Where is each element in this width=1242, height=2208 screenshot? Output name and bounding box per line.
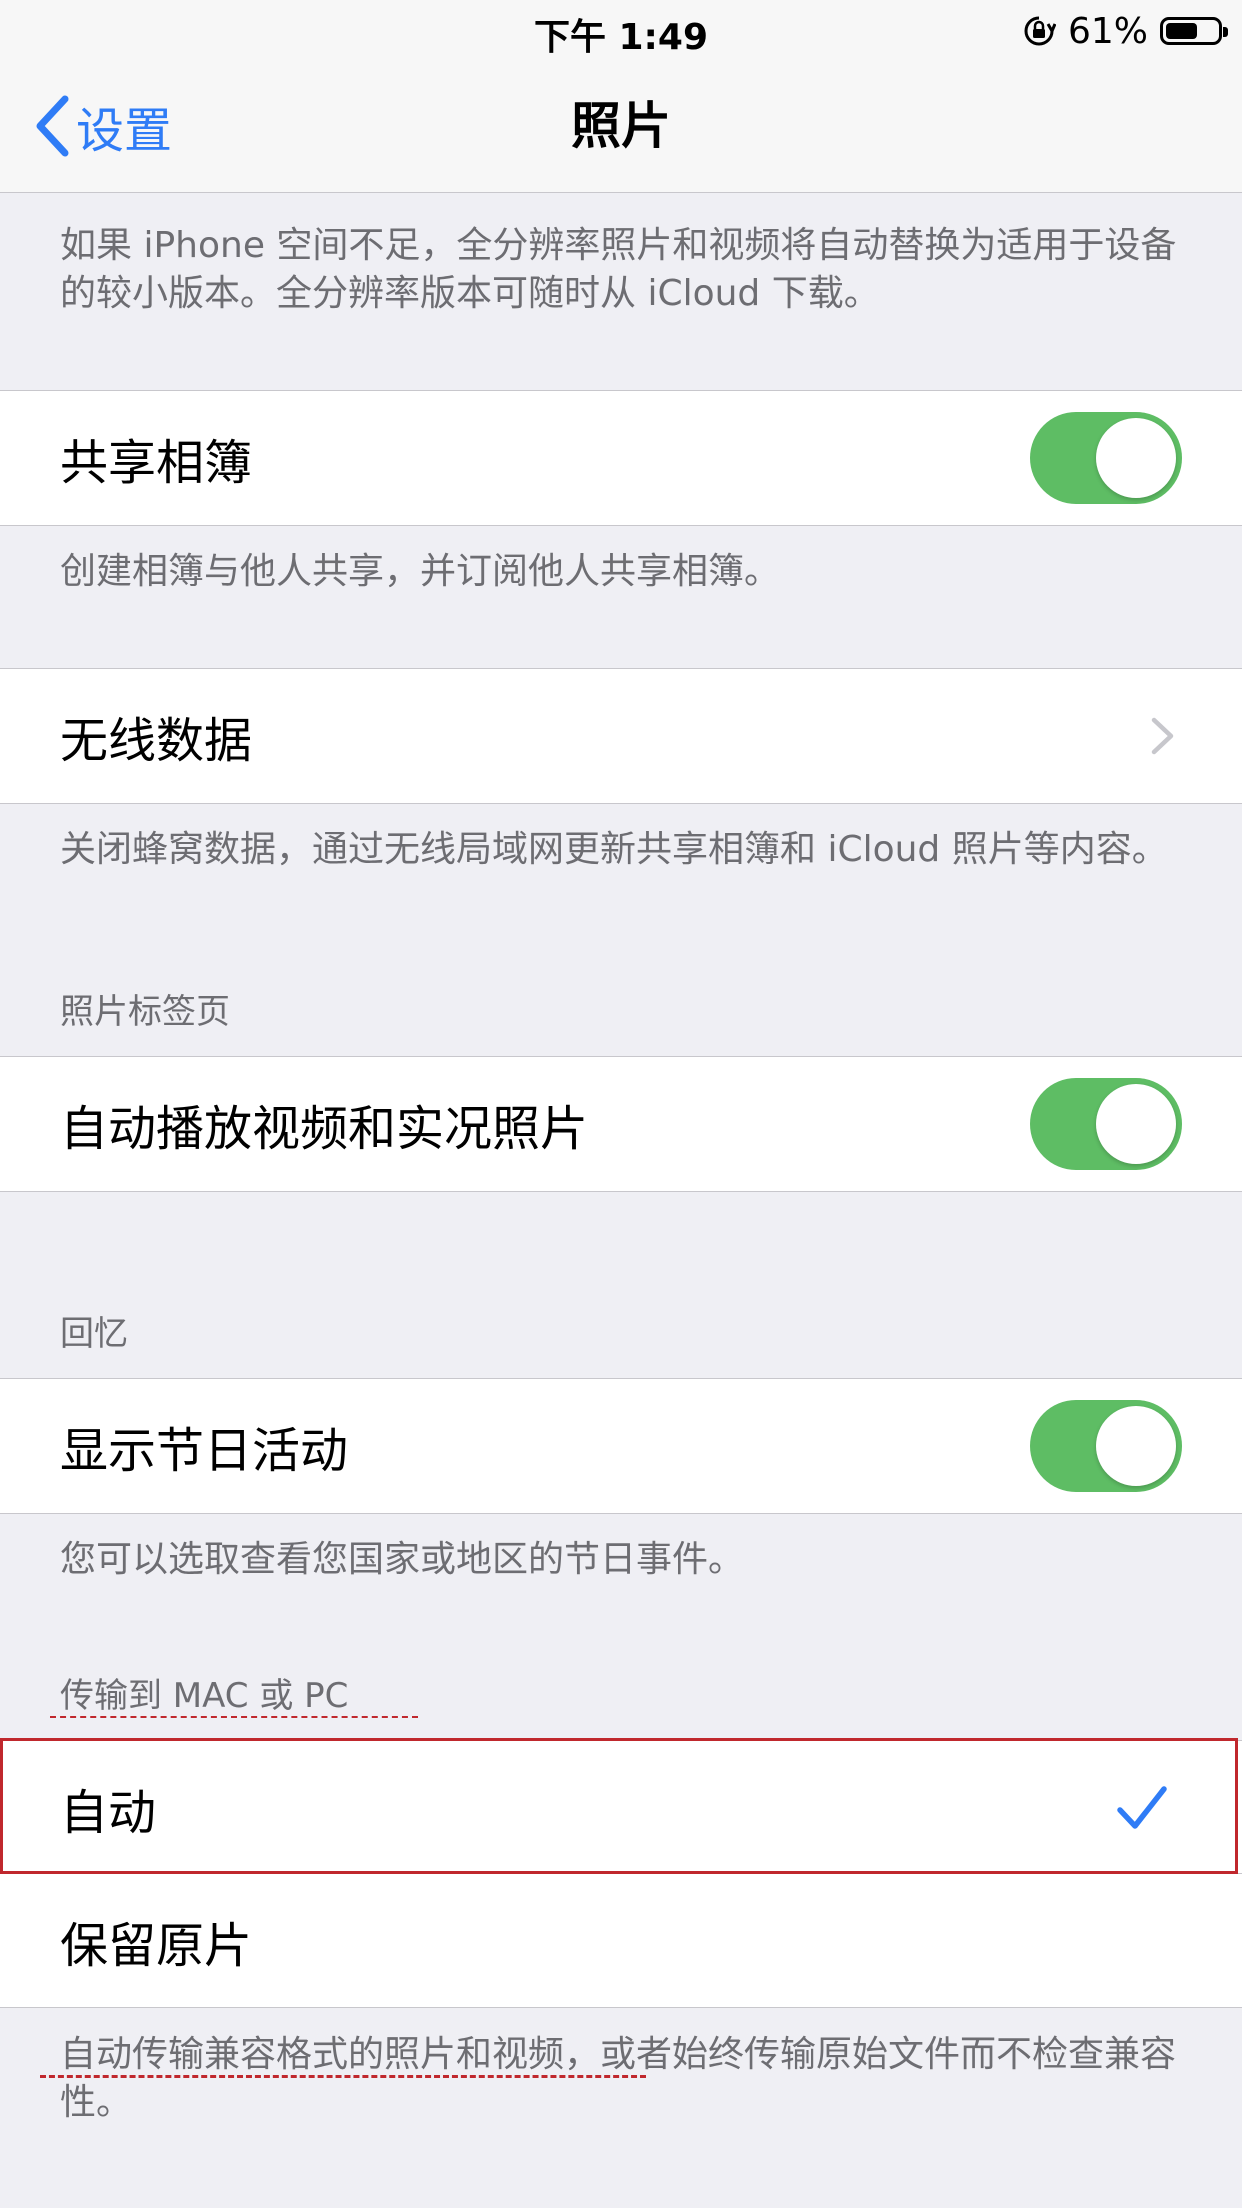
memories-header: 回忆: [60, 1314, 128, 1354]
orientation-lock-icon: [1024, 16, 1056, 46]
page-title: 照片: [571, 97, 671, 155]
holiday-events-footer: 您可以选取查看您国家或地区的节日事件。: [60, 1539, 745, 1580]
shared-albums-label: 共享相簿: [60, 435, 253, 491]
shared-albums-toggle[interactable]: [1030, 412, 1182, 504]
autoplay-label: 自动播放视频和实况照片: [60, 1101, 589, 1157]
chevron-right-icon: [1151, 717, 1174, 755]
toggle-knob: [1096, 1084, 1176, 1164]
autoplay-toggle[interactable]: [1030, 1078, 1182, 1170]
battery-percent: 61%: [1067, 10, 1148, 52]
annotation-underline: [50, 1716, 418, 1718]
annotation-highlight-box: [0, 1738, 1238, 1874]
holiday-events-toggle[interactable]: [1030, 1400, 1182, 1492]
transfer-option-keep-originals[interactable]: 保留原片: [0, 1874, 1242, 2008]
photos-tab-header: 照片标签页: [60, 992, 230, 1032]
wireless-data-row[interactable]: 无线数据: [0, 668, 1242, 804]
transfer-option-label: 保留原片: [60, 1917, 253, 1974]
shared-albums-footer: 创建相簿与他人共享，并订阅他人共享相簿。: [60, 551, 781, 592]
shared-albums-row: 共享相簿: [0, 390, 1242, 526]
toggle-knob: [1096, 1406, 1176, 1486]
icloud-optimize-footer: 如果 iPhone 空间不足，全分辨率照片和视频将自动替换为适用于设备的较小版本…: [60, 225, 1177, 314]
battery-level: [1166, 23, 1197, 39]
toggle-knob: [1096, 418, 1176, 498]
holiday-events-label: 显示节日活动: [60, 1423, 349, 1479]
wireless-data-footer: 关闭蜂窝数据，通过无线局域网更新共享相簿和 iCloud 照片等内容。: [60, 829, 1168, 870]
status-right: 61%: [1022, 8, 1228, 54]
transfer-footer: 自动传输兼容格式的照片和视频，或者始终传输原始文件而不检查兼容性。: [60, 2034, 1177, 2123]
battery-icon: [1160, 17, 1228, 45]
annotation-underline: [40, 2075, 646, 2078]
navigation-bar: 设置 照片: [0, 60, 1242, 193]
autoplay-row: 自动播放视频和实况照片: [0, 1056, 1242, 1192]
wireless-data-label: 无线数据: [60, 713, 253, 769]
holiday-events-row: 显示节日活动: [0, 1378, 1242, 1514]
transfer-header: 传输到 MAC 或 PC: [60, 1676, 349, 1716]
